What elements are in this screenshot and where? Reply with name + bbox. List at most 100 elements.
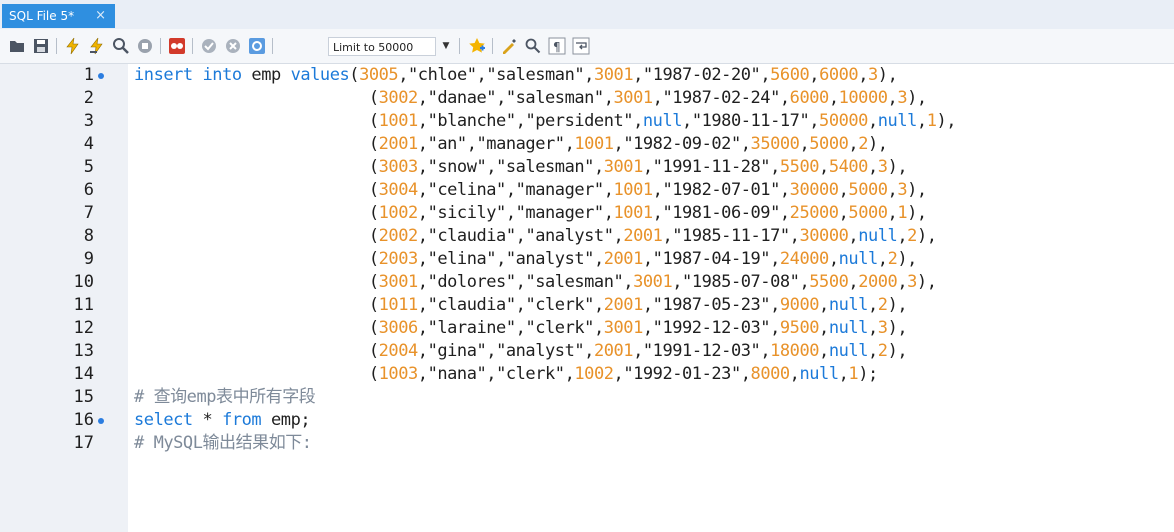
code-line[interactable]: 6 (3004,"celina","manager",1001,"1982-07… (0, 179, 1174, 202)
code-line[interactable]: 1 insert into emp values(3005,"chloe","sa… (0, 64, 1174, 87)
rollback-icon[interactable] (224, 37, 242, 55)
code-line[interactable]: 17 # MySQL输出结果如下: (0, 432, 1174, 455)
code-line[interactable]: 3 (1001,"blanche","persident",null,"1980… (0, 110, 1174, 133)
code-token: ), (887, 341, 908, 361)
code-token: "1980-11-17" (691, 111, 810, 131)
code-token: , (613, 134, 624, 154)
code-token: , (867, 111, 878, 131)
code-token: , (476, 65, 487, 85)
code-token: 2001 (378, 134, 419, 154)
code-line[interactable]: 11 (1011,"claudia","clerk",2001,"1987-05… (0, 294, 1174, 317)
code-line[interactable]: 9 (2003,"elina","analyst",2001,"1987-04-… (0, 248, 1174, 271)
statement-marker-icon (98, 418, 104, 424)
code-line[interactable]: 7 (1002,"sicily","manager",1001,"1981-06… (0, 202, 1174, 225)
line-number: 6 (83, 180, 94, 200)
execute-current-icon[interactable] (88, 37, 106, 55)
code-token: , (642, 295, 653, 315)
code-token: 6000 (789, 88, 830, 108)
find-icon[interactable] (524, 37, 542, 55)
code-token: 1 (848, 364, 859, 384)
code-token: null (858, 226, 898, 246)
code-token: , (417, 203, 428, 223)
beautify-icon[interactable] (500, 37, 518, 55)
autocommit-icon[interactable] (248, 37, 266, 55)
code-text: # MySQL输出结果如下: (134, 432, 312, 455)
code-token: 1003 (378, 364, 419, 384)
code-line[interactable]: 16 select * from emp; (0, 409, 1174, 432)
wrap-lines-icon[interactable] (572, 37, 590, 55)
code-token: , (515, 272, 526, 292)
invisible-chars-icon[interactable]: ¶ (548, 37, 566, 55)
limit-rows-select[interactable]: Limit to 50000 rows (328, 37, 436, 73)
code-token: "sicily" (427, 203, 507, 223)
code-token: , (613, 226, 624, 246)
commit-icon[interactable] (200, 37, 218, 55)
code-line[interactable]: 15 # 查询emp表中所有字段 (0, 386, 1174, 409)
code-token: 50000 (819, 111, 868, 131)
code-token: "persident" (525, 111, 634, 131)
execute-icon[interactable] (64, 37, 82, 55)
code-token: , (613, 364, 624, 384)
code-token: 5000 (809, 134, 849, 154)
code-line[interactable]: 10 (3001,"dolores","salesman",3001,"1985… (0, 271, 1174, 294)
code-token: ( (134, 295, 379, 315)
code-line[interactable]: 13 (2004,"gina","analyst",2001,"1991-12-… (0, 340, 1174, 363)
tab-close-icon[interactable]: × (95, 4, 106, 28)
code-token: 2004 (378, 341, 419, 361)
code-token: 6000 (819, 65, 859, 85)
code-token: , (486, 364, 497, 384)
code-token: "1991-11-28" (652, 157, 771, 177)
code-text: (2004,"gina","analyst",2001,"1991-12-03"… (134, 340, 908, 363)
svg-text:¶: ¶ (553, 40, 561, 54)
toggle-error-icon[interactable] (168, 37, 186, 55)
code-token: , (789, 364, 800, 384)
code-token: # 查询emp表中所有字段 (134, 387, 316, 407)
code-token: , (887, 88, 898, 108)
code-token: "1987-02-24" (662, 88, 780, 108)
code-token: "1985-07-08" (682, 272, 800, 292)
code-token: "gina" (427, 341, 487, 361)
code-token: , (584, 341, 594, 361)
code-line[interactable]: 4 (2001,"an","manager",1001,"1982-09-02"… (0, 133, 1174, 156)
code-token: "blanche" (427, 111, 517, 131)
code-line[interactable]: 8 (2002,"claudia","analyst",2001,"1985-1… (0, 225, 1174, 248)
code-token: , (417, 249, 428, 269)
code-token: ), (907, 180, 927, 200)
code-token: , (505, 203, 516, 223)
code-token: "danae" (427, 88, 497, 108)
code-text: (3001,"dolores","salesman",3001,"1985-07… (134, 271, 937, 294)
code-token: , (584, 65, 594, 85)
code-line[interactable]: 14 (1003,"nana","clerk",1002,"1992-01-23… (0, 363, 1174, 386)
toolbar-separator (459, 38, 460, 54)
code-token: , (672, 272, 683, 292)
code-token: 3 (907, 272, 917, 292)
code-line[interactable]: 5 (3003,"snow","salesman",3001,"1991-11-… (0, 156, 1174, 179)
code-token: , (828, 249, 839, 269)
code-token: , (838, 364, 849, 384)
code-token: ( (134, 88, 379, 108)
code-token: 3005 (359, 65, 399, 85)
code-token: , (564, 134, 575, 154)
save-icon[interactable] (32, 37, 50, 55)
add-snippet-icon[interactable] (468, 37, 486, 55)
code-token: , (515, 295, 526, 315)
sql-editor[interactable]: 1 insert into emp values(3005,"chloe","sa… (0, 64, 1174, 532)
code-token: ), (907, 203, 927, 223)
code-token: , (417, 88, 428, 108)
code-token: , (770, 318, 780, 338)
code-line[interactable]: 2 (3002,"danae","salesman",3001,"1987-02… (0, 87, 1174, 110)
stop-icon[interactable] (136, 37, 154, 55)
open-file-icon[interactable] (8, 37, 26, 55)
tab-sql-file[interactable]: SQL File 5* × (2, 4, 115, 28)
code-token: null (799, 364, 839, 384)
explain-icon[interactable] (112, 37, 130, 55)
code-token: insert into (134, 65, 252, 85)
code-line[interactable]: 12 (3006,"laraine","clerk",3001,"1992-12… (0, 317, 1174, 340)
code-token: 3001 (613, 88, 654, 108)
chevron-down-icon[interactable]: ▼ (438, 38, 454, 55)
code-token: 35000 (750, 134, 800, 154)
code-token: from (222, 410, 272, 430)
code-text: (3006,"laraine","clerk",3001,"1992-12-03… (134, 317, 908, 340)
code-token: , (848, 134, 859, 154)
code-token: "an" (427, 134, 468, 154)
